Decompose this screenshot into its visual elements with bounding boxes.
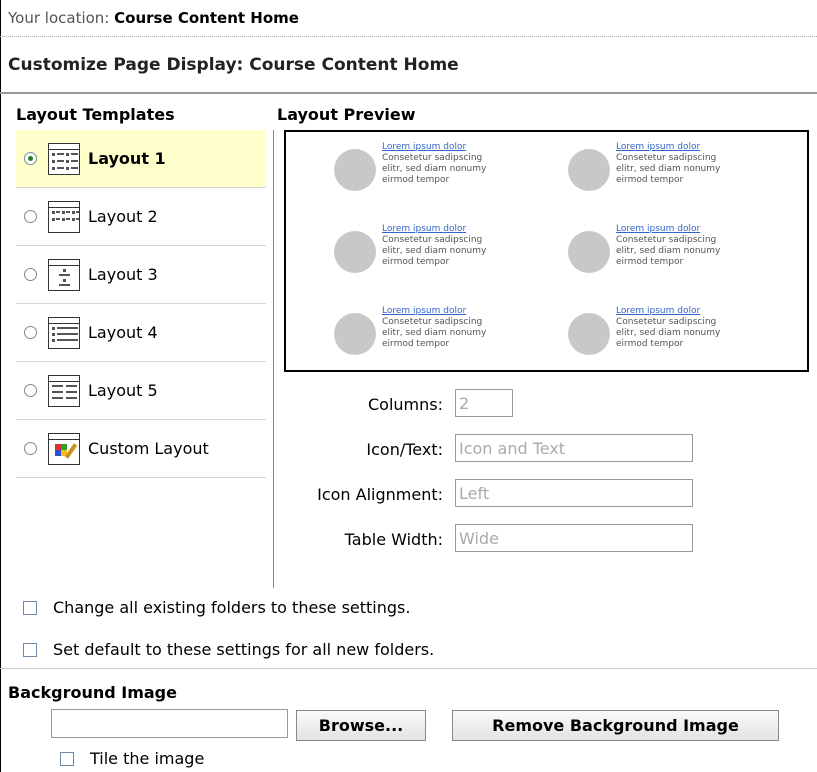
preview-text: elitr, sed diam nonumy (382, 246, 487, 256)
preview-circle (568, 313, 610, 355)
column-divider (273, 130, 274, 588)
custom-layout-icon (48, 432, 80, 465)
preview-text: Consetetur sadipscing (382, 235, 483, 245)
layout-option-custom[interactable]: Custom Layout (16, 420, 266, 478)
preview-text: elitr, sed diam nonumy (382, 328, 487, 338)
breadcrumb-current: Course Content Home (114, 9, 299, 27)
layout-1-label: Layout 1 (88, 149, 166, 168)
page-title: Customize Page Display: Course Content H… (8, 55, 459, 75)
icon-text-field[interactable]: Icon and Text (455, 434, 693, 462)
columns-field[interactable]: 2 (455, 389, 513, 417)
preview-text: elitr, sed diam nonumy (382, 164, 487, 174)
preview-item: Lorem ipsum dolor Consetetur sadipscing el… (334, 306, 534, 366)
remove-background-button[interactable]: Remove Background Image (452, 710, 779, 741)
preview-text: elitr, sed diam nonumy (616, 328, 721, 338)
preview-circle (334, 231, 376, 273)
preview-link: Lorem ipsum dolor (616, 142, 701, 152)
preview-item: Lorem ipsum dolor Consetetur sadipscing el… (334, 142, 534, 202)
columns-label: Columns: (368, 395, 443, 414)
preview-text: Consetetur sadipscing (616, 235, 717, 245)
preview-item: Lorem ipsum dolor Consetetur sadipscing el… (334, 224, 534, 284)
layout-option-1[interactable]: Layout 1 (16, 130, 266, 188)
section-divider (0, 668, 817, 669)
breadcrumb-divider (0, 36, 817, 37)
breadcrumb: Your location: Course Content Home (8, 9, 299, 27)
preview-text: eirmod tempor (382, 175, 450, 185)
background-image-heading: Background Image (8, 683, 177, 702)
preview-text: eirmod tempor (382, 339, 450, 349)
table-width-label: Table Width: (344, 530, 443, 549)
preview-circle (568, 149, 610, 191)
icon-alignment-label: Icon Alignment: (317, 485, 443, 504)
preview-circle (334, 149, 376, 191)
preview-text: eirmod tempor (616, 257, 684, 267)
preview-link: Lorem ipsum dolor (382, 224, 467, 234)
layout-5-icon (48, 374, 80, 407)
background-file-input[interactable] (51, 709, 288, 738)
icon-text-label: Icon/Text: (366, 440, 443, 459)
layout-option-5[interactable]: Layout 5 (16, 362, 266, 420)
title-divider (0, 92, 817, 94)
set-default-label: Set default to these settings for all ne… (53, 640, 435, 659)
custom-layout-radio[interactable] (24, 442, 37, 455)
preview-text: Consetetur sadipscing (382, 153, 483, 163)
preview-item: Lorem ipsum dolor Consetetur sadipscing el… (568, 224, 768, 284)
layout-option-3[interactable]: Layout 3 (16, 246, 266, 304)
layout-3-radio[interactable] (24, 268, 37, 281)
set-default-checkbox[interactable] (23, 643, 37, 657)
tile-image-label: Tile the image (90, 749, 205, 768)
layout-4-label: Layout 4 (88, 323, 158, 342)
preview-link: Lorem ipsum dolor (616, 224, 701, 234)
icon-alignment-field[interactable]: Left (455, 479, 693, 507)
layout-4-radio[interactable] (24, 326, 37, 339)
preview-text: Consetetur sadipscing (382, 317, 483, 327)
layout-templates-heading: Layout Templates (16, 105, 175, 124)
layout-2-icon (48, 200, 80, 233)
layout-5-label: Layout 5 (88, 381, 158, 400)
layout-4-icon (48, 316, 80, 349)
layout-2-radio[interactable] (24, 210, 37, 223)
browse-button[interactable]: Browse... (296, 710, 426, 741)
tile-image-checkbox[interactable] (60, 752, 74, 766)
change-existing-checkbox[interactable] (23, 601, 37, 615)
preview-text: elitr, sed diam nonumy (616, 164, 721, 174)
layout-3-icon (48, 258, 80, 291)
preview-text: eirmod tempor (616, 175, 684, 185)
preview-circle (568, 231, 610, 273)
preview-link: Lorem ipsum dolor (382, 306, 467, 316)
preview-link: Lorem ipsum dolor (382, 142, 467, 152)
preview-link: Lorem ipsum dolor (616, 306, 701, 316)
layout-preview-heading: Layout Preview (277, 105, 416, 124)
preview-item: Lorem ipsum dolor Consetetur sadipscing el… (568, 142, 768, 202)
layout-preview-box: Lorem ipsum dolor Consetetur sadipscing el… (284, 130, 809, 372)
layout-5-radio[interactable] (24, 384, 37, 397)
preview-item: Lorem ipsum dolor Consetetur sadipscing el… (568, 306, 768, 366)
preview-text: Consetetur sadipscing (616, 153, 717, 163)
layout-2-label: Layout 2 (88, 207, 158, 226)
layout-option-4[interactable]: Layout 4 (16, 304, 266, 362)
layout-1-icon (48, 142, 80, 175)
preview-text: eirmod tempor (616, 339, 684, 349)
change-existing-label: Change all existing folders to these set… (53, 598, 411, 617)
preview-text: elitr, sed diam nonumy (616, 246, 721, 256)
table-width-field[interactable]: Wide (455, 524, 693, 552)
preview-text: eirmod tempor (382, 257, 450, 267)
layout-template-list: Layout 1 Layout 2 Layout 3 Layout 4 Layo… (16, 130, 266, 478)
breadcrumb-prefix: Your location: (8, 9, 110, 27)
layout-3-label: Layout 3 (88, 265, 158, 284)
preview-text: Consetetur sadipscing (616, 317, 717, 327)
custom-layout-label: Custom Layout (88, 439, 209, 458)
preview-circle (334, 313, 376, 355)
layout-1-radio[interactable] (24, 152, 37, 165)
layout-option-2[interactable]: Layout 2 (16, 188, 266, 246)
